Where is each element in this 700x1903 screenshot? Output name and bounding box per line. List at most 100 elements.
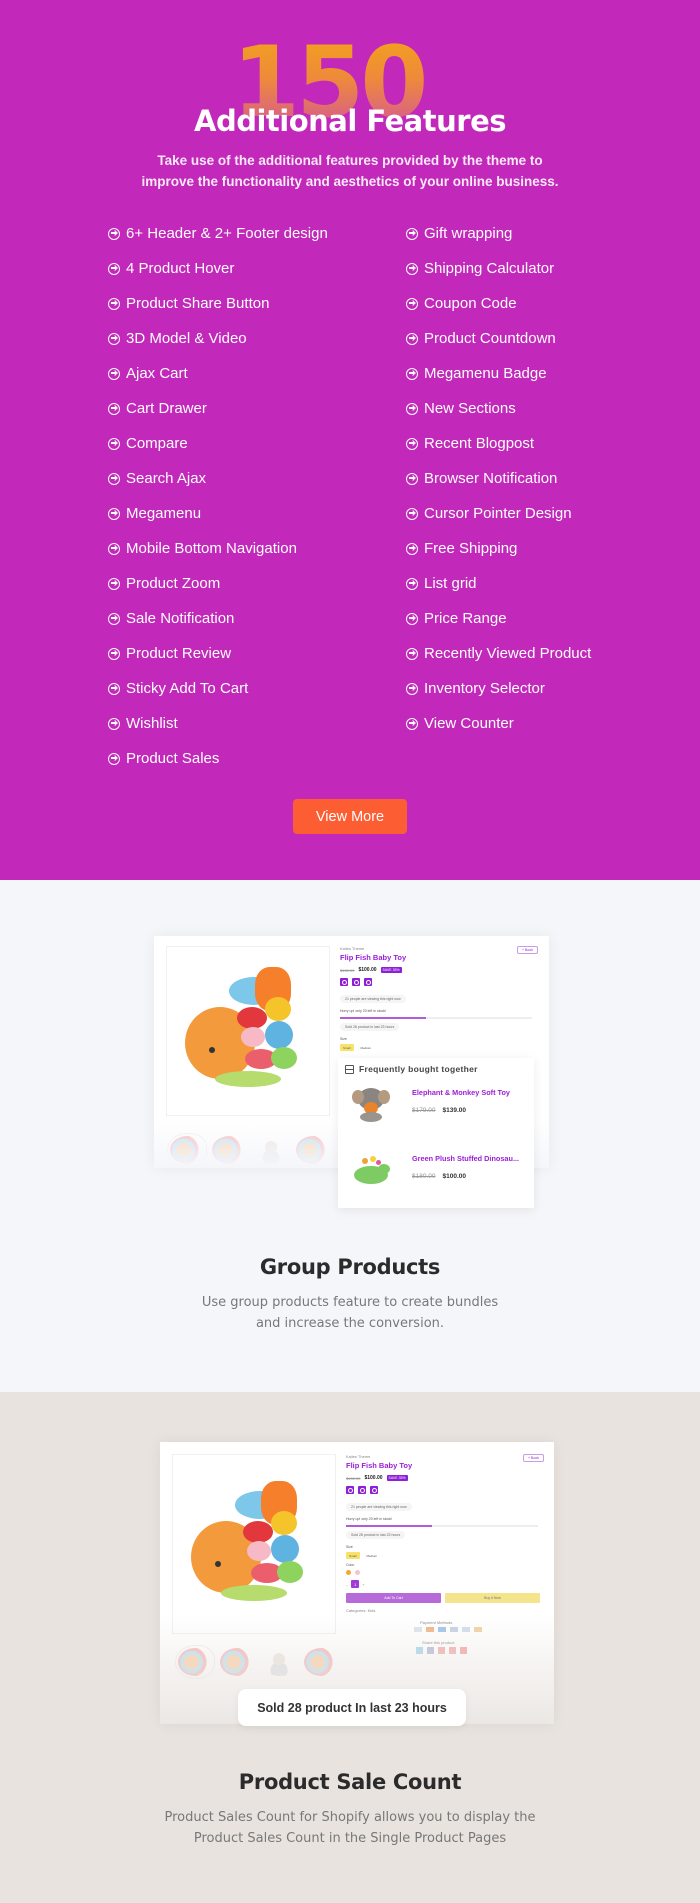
feature-label: Product Zoom	[126, 575, 221, 592]
circle-arrow-right-icon	[108, 577, 120, 590]
product-sale-count-description: Product Sales Count for Shopify allows y…	[164, 1810, 536, 1846]
feature-label: Price Range	[424, 610, 507, 627]
circle-arrow-right-icon	[406, 612, 418, 625]
feature-item: Price Range	[406, 601, 628, 636]
circle-arrow-right-icon	[108, 682, 120, 695]
feature-label: Compare	[126, 435, 188, 452]
stock-progress-fill	[340, 1017, 427, 1019]
feature-label: Mobile Bottom Navigation	[126, 540, 297, 557]
circle-arrow-right-icon	[406, 367, 418, 380]
compare-icon[interactable]	[340, 978, 348, 986]
viewing-now-pill: 21 people are viewing this right now	[340, 995, 406, 1003]
feature-item: 3D Model & Video	[108, 321, 406, 356]
feature-label: Wishlist	[126, 715, 178, 732]
feature-item: 4 Product Hover	[108, 251, 406, 286]
color-label: Color	[346, 1563, 355, 1567]
fbt-item[interactable]: Green Plush Stuffed Dinosau... $180.00 $…	[346, 1146, 528, 1196]
feature-item: New Sections	[406, 391, 628, 426]
feature-label: Sticky Add To Cart	[126, 680, 249, 697]
add-to-cart-button[interactable]: Add To Cart	[346, 1593, 441, 1603]
sale-badge: SAVE 33%	[380, 967, 402, 973]
circle-arrow-right-icon	[108, 262, 120, 275]
feature-item: Sale Notification	[108, 601, 406, 636]
wishlist-icon[interactable]	[358, 1486, 366, 1494]
circle-arrow-right-icon	[108, 297, 120, 310]
feature-label: Gift wrapping	[424, 225, 513, 242]
circle-arrow-right-icon	[108, 507, 120, 520]
compare-tag[interactable]: + Book	[517, 946, 538, 954]
color-swatch-pink[interactable]	[355, 1570, 360, 1575]
circle-arrow-right-icon	[406, 402, 418, 415]
color-swatch-orange[interactable]	[346, 1570, 351, 1575]
feature-item: Product Review	[108, 636, 406, 671]
buy-now-button[interactable]: Buy it Now	[445, 1593, 540, 1603]
fbt-item[interactable]: Elephant & Monkey Soft Toy $179.00 $139.…	[346, 1080, 528, 1130]
cart-buttons: Add To Cart Buy it Now	[346, 1593, 540, 1603]
fbt-item-name[interactable]: Green Plush Stuffed Dinosau...	[412, 1154, 519, 1163]
stock-progress-bar	[346, 1525, 538, 1527]
size-options: Small Medium	[340, 1044, 374, 1051]
feature-item: Wishlist	[108, 706, 406, 741]
product-title: Flip Fish Baby Toy	[346, 1461, 413, 1470]
circle-arrow-right-icon	[108, 367, 120, 380]
feature-label: View Counter	[424, 715, 514, 732]
circle-arrow-right-icon	[108, 402, 120, 415]
size-option[interactable]: Medium	[358, 1044, 375, 1051]
feature-item: Gift wrapping	[406, 216, 628, 251]
size-label: Size	[346, 1545, 353, 1549]
circle-arrow-right-icon	[108, 542, 120, 555]
group-products-description: Use group products feature to create bun…	[201, 1295, 499, 1331]
feature-label: Recent Blogpost	[424, 435, 535, 452]
size-option[interactable]: Medium	[364, 1552, 381, 1559]
fish-toy-image	[185, 967, 315, 1097]
feature-item: Inventory Selector	[406, 671, 628, 706]
feature-item: Shipping Calculator	[406, 251, 628, 286]
circle-arrow-right-icon	[108, 227, 120, 240]
package-icon	[345, 1064, 354, 1074]
stock-text: Hurry up! only 20 left in stock!	[340, 1009, 387, 1013]
circle-arrow-right-icon	[406, 262, 418, 275]
view-more-button[interactable]: View More	[293, 799, 407, 834]
stock-progress-bar	[340, 1017, 532, 1019]
compare-icon[interactable]	[346, 1486, 354, 1494]
fbt-item-prices: $180.00 $100.00	[412, 1173, 466, 1180]
size-option[interactable]: Small	[340, 1044, 354, 1051]
circle-arrow-right-icon	[406, 297, 418, 310]
feature-label: Free Shipping	[424, 540, 518, 557]
wishlist-icon[interactable]	[352, 978, 360, 986]
product-action-buttons	[340, 978, 372, 986]
sold-count-badge: Sold 28 product In last 23 hours	[238, 1689, 466, 1726]
feature-item: Ajax Cart	[108, 356, 406, 391]
fbt-item-name[interactable]: Elephant & Monkey Soft Toy	[412, 1088, 510, 1097]
plus-icon[interactable]: +	[362, 1582, 364, 1587]
fish-toy-image	[191, 1481, 321, 1611]
viewing-now-pill: 21 people are viewing this right now	[346, 1503, 412, 1511]
sold-count-pill: Sold 28 product in last 23 hours	[346, 1531, 406, 1539]
feature-item: 6+ Header & 2+ Footer design	[108, 216, 406, 251]
circle-arrow-right-icon	[406, 682, 418, 695]
fbt-old-price: $180.00	[412, 1173, 436, 1180]
features-subtitle: Take use of the additional features prov…	[141, 153, 559, 189]
current-price: $100.00	[358, 967, 377, 973]
product-main-image	[166, 946, 330, 1116]
feature-item: Product Share Button	[108, 286, 406, 321]
group-products-section: Kalles Theme + Book Flip Fish Baby Toy $…	[0, 880, 700, 1392]
share-icon[interactable]	[370, 1486, 378, 1494]
product-action-buttons	[346, 1486, 378, 1494]
elephant-toy-image	[350, 1084, 392, 1124]
sale-badge: SAVE 33%	[386, 1475, 408, 1481]
circle-arrow-right-icon	[108, 332, 120, 345]
circle-arrow-right-icon	[406, 507, 418, 520]
size-option[interactable]: Small	[346, 1552, 360, 1559]
feature-label: Product Sales	[126, 750, 220, 767]
quantity-stepper[interactable]: – 1 +	[346, 1580, 365, 1588]
feature-item: Browser Notification	[406, 461, 628, 496]
share-icon[interactable]	[364, 978, 372, 986]
old-price: $150.00	[346, 1475, 361, 1481]
feature-label: Sale Notification	[126, 610, 235, 627]
quantity-value[interactable]: 1	[351, 1580, 360, 1588]
feature-label: List grid	[424, 575, 477, 592]
compare-tag[interactable]: + Book	[523, 1454, 544, 1462]
product-sale-count-title: Product Sale Count	[238, 1770, 462, 1794]
minus-icon[interactable]: –	[346, 1582, 348, 1587]
